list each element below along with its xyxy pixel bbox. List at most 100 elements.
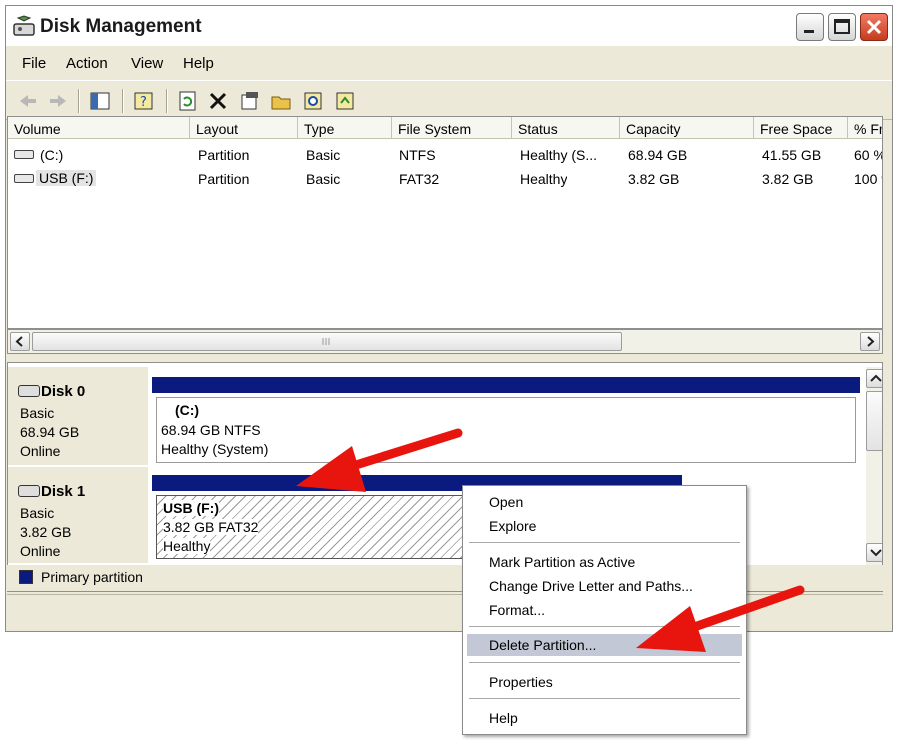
chevron-right-icon: [867, 336, 875, 347]
menu-item-help[interactable]: Help: [467, 707, 742, 729]
hard-drive-icon: [14, 150, 34, 159]
scroll-right-button[interactable]: [860, 332, 880, 351]
menu-item-delete-partition[interactable]: Delete Partition...: [467, 634, 742, 656]
disk-graphical-view: Disk 0 Basic 68.94 GB Online (C:) 68.94 …: [7, 362, 883, 592]
search-icon[interactable]: [302, 89, 326, 113]
volume-file-system: FAT32: [399, 171, 440, 187]
disk-state: Online: [20, 543, 61, 559]
column-header-percent-free[interactable]: % Fr: [848, 117, 882, 139]
volume-label: USB (F:): [163, 500, 219, 516]
disk-0-volume[interactable]: (C:) 68.94 GB NTFS Healthy (System): [152, 377, 860, 465]
menu-item-open[interactable]: Open: [467, 491, 742, 513]
volume-type: Basic: [306, 147, 341, 163]
menu-view[interactable]: View: [131, 55, 163, 72]
disk-type: Basic: [20, 405, 55, 421]
help-icon[interactable]: ?: [132, 89, 156, 113]
minimize-button[interactable]: [796, 13, 824, 41]
show-hide-console-tree-icon[interactable]: [88, 89, 112, 113]
volume-name: (C:): [40, 147, 64, 163]
legend-swatch: [19, 570, 33, 584]
usb-drive-icon: [14, 174, 34, 183]
disk-name: Disk 1: [41, 483, 86, 500]
menu-item-change-drive-letter[interactable]: Change Drive Letter and Paths...: [467, 575, 742, 597]
horizontal-scrollbar[interactable]: [7, 329, 883, 354]
menu-file[interactable]: File: [22, 55, 46, 72]
maximize-icon: [834, 19, 850, 34]
disk-type: Basic: [20, 505, 55, 521]
svg-text:?: ?: [140, 95, 147, 110]
toolbar: ?: [6, 80, 892, 120]
toolbar-separator: [78, 89, 80, 113]
disk-1-info[interactable]: Disk 1 Basic 3.82 GB Online: [8, 467, 148, 563]
volume-capacity: 3.82 GB: [628, 171, 680, 187]
disk-icon: [18, 385, 40, 397]
chevron-down-icon: [870, 549, 882, 557]
menu-separator: [469, 626, 740, 627]
menu-item-format[interactable]: Format...: [467, 599, 742, 621]
close-button[interactable]: [860, 13, 888, 41]
volume-capacity: 68.94 GB: [628, 147, 688, 163]
menu-separator: [469, 542, 740, 543]
legend-label: Primary partition: [41, 569, 143, 585]
scroll-down-button[interactable]: [866, 543, 882, 562]
back-icon[interactable]: [16, 89, 40, 113]
column-header-file-system[interactable]: File System: [392, 117, 512, 139]
chevron-up-icon: [870, 374, 882, 382]
delete-icon[interactable]: [206, 89, 230, 113]
maximize-button[interactable]: [828, 13, 856, 41]
disk-management-icon: [13, 15, 35, 36]
volume-status: Healthy (System): [161, 441, 269, 457]
column-header-status[interactable]: Status: [512, 117, 620, 139]
volume-list: Volume Layout Type File System Status Ca…: [7, 116, 883, 329]
export-icon[interactable]: [334, 89, 358, 113]
menu-separator: [469, 662, 740, 663]
volume-free-space: 3.82 GB: [762, 171, 814, 187]
scroll-thumb[interactable]: [866, 391, 882, 451]
menu-action[interactable]: Action: [66, 55, 108, 72]
legend: Primary partition: [7, 565, 883, 591]
disk-icon: [18, 485, 40, 497]
context-menu: Open Explore Mark Partition as Active Ch…: [462, 485, 747, 735]
menu-bar: File Action View Help: [6, 46, 892, 80]
menu-separator: [469, 698, 740, 699]
volume-status: Healthy (S...: [520, 147, 598, 163]
status-bar: [7, 594, 883, 620]
column-header-capacity[interactable]: Capacity: [620, 117, 754, 139]
minimize-icon: [804, 30, 814, 33]
refresh-icon[interactable]: [176, 89, 200, 113]
menu-item-properties[interactable]: Properties: [467, 671, 742, 693]
toolbar-separator: [122, 89, 124, 113]
scroll-left-button[interactable]: [10, 332, 30, 351]
properties-icon[interactable]: [238, 89, 262, 113]
volume-detail: 3.82 GB FAT32: [163, 519, 259, 535]
column-header-free-space[interactable]: Free Space: [754, 117, 848, 139]
window-title: Disk Management: [40, 16, 202, 37]
disk-name: Disk 0: [41, 383, 86, 400]
menu-help[interactable]: Help: [183, 55, 214, 72]
volume-name: USB (F:): [36, 170, 97, 186]
volume-percent-free: 60 %: [854, 147, 883, 163]
column-header-type[interactable]: Type: [298, 117, 392, 139]
volume-file-system: NTFS: [399, 147, 436, 163]
volume-detail: 68.94 GB NTFS: [161, 422, 261, 438]
menu-item-explore[interactable]: Explore: [467, 515, 742, 537]
chevron-left-icon: [15, 336, 23, 347]
close-icon: [866, 19, 882, 35]
column-header-layout[interactable]: Layout: [190, 117, 298, 139]
volume-status: Healthy: [520, 171, 568, 187]
open-folder-icon[interactable]: [270, 89, 294, 113]
menu-item-mark-active[interactable]: Mark Partition as Active: [467, 551, 742, 573]
volume-free-space: 41.55 GB: [762, 147, 822, 163]
title-bar[interactable]: Disk Management: [6, 6, 892, 46]
scroll-thumb[interactable]: [32, 332, 622, 351]
vertical-scrollbar[interactable]: [866, 367, 882, 567]
volume-layout: Partition: [198, 171, 250, 187]
column-header-volume[interactable]: Volume: [8, 117, 190, 139]
primary-partition-bar: [152, 377, 860, 393]
scroll-up-button[interactable]: [866, 369, 882, 388]
forward-icon[interactable]: [46, 89, 70, 113]
toolbar-separator: [166, 89, 168, 113]
volume-layout: Partition: [198, 147, 250, 163]
disk-0-info[interactable]: Disk 0 Basic 68.94 GB Online: [8, 367, 148, 465]
volume-percent-free: 100 %: [854, 171, 882, 187]
